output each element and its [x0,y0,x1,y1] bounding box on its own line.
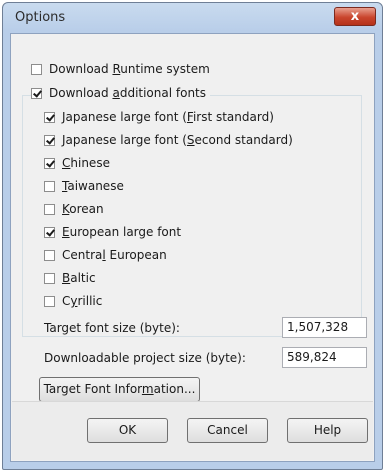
font-checkbox-label: Korean [62,202,104,216]
font-checkbox-label: Japanese large font (First standard) [62,110,274,124]
checkbox-box[interactable] [44,134,55,146]
checkbox-box[interactable] [44,295,55,307]
dialog-title: Options [15,10,66,25]
target-font-size-field[interactable]: 1,507,328 [282,317,367,338]
font-checkbox-4[interactable]: Korean [44,200,104,218]
checkbox-box[interactable] [44,272,55,284]
font-checkbox-label: Baltic [62,271,96,285]
download-runtime-label: Download Runtime system [49,62,210,76]
font-checkbox-label: Japanese large font (Second standard) [62,133,293,147]
font-checkbox-3[interactable]: Taiwanese [44,177,124,195]
target-font-size-label: Target font size (byte): [44,321,180,335]
font-checkbox-label: European large font [62,225,182,239]
download-fonts-label: Download additional fonts [49,86,207,100]
button-bar: OK Cancel Help [12,401,373,460]
title-bar[interactable]: Options x [3,3,382,33]
download-fonts-checkbox[interactable]: Download additional fonts [31,84,211,102]
font-checkbox-label: Central European [62,248,167,262]
font-checkbox-7[interactable]: Baltic [44,269,96,287]
checkbox-box[interactable] [44,249,55,261]
options-dialog: Options x Download Runtime system Downlo… [2,2,383,470]
font-checkbox-2[interactable]: Chinese [44,154,110,172]
font-checkbox-label: Cyrillic [62,294,103,308]
dialog-body: Download Runtime system Download additio… [10,33,375,462]
font-checkbox-label: Taiwanese [62,179,124,193]
close-button[interactable]: x [334,7,376,26]
font-checkbox-8[interactable]: Cyrillic [44,292,102,310]
checkbox-box[interactable] [31,63,42,75]
target-font-info-button[interactable]: Target Font Information... [39,377,200,402]
project-size-label: Downloadable project size (byte): [44,351,246,365]
font-checkbox-1[interactable]: Japanese large font (Second standard) [44,131,293,149]
font-checkbox-5[interactable]: European large font [44,223,181,241]
checkbox-box[interactable] [44,203,55,215]
download-runtime-checkbox[interactable]: Download Runtime system [31,60,210,78]
font-checkbox-0[interactable]: Japanese large font (First standard) [44,108,274,126]
checkbox-box[interactable] [44,180,55,192]
ok-button[interactable]: OK [87,418,168,443]
help-button[interactable]: Help [287,418,368,443]
font-checkbox-label: Chinese [62,156,110,170]
close-icon: x [350,9,360,24]
font-checkbox-6[interactable]: Central European [44,246,167,264]
project-size-field[interactable]: 589,824 [282,347,367,368]
checkbox-box[interactable] [31,87,42,99]
cancel-button[interactable]: Cancel [187,418,268,443]
checkbox-box[interactable] [44,226,55,238]
checkbox-box[interactable] [44,111,55,123]
checkbox-box[interactable] [44,157,55,169]
